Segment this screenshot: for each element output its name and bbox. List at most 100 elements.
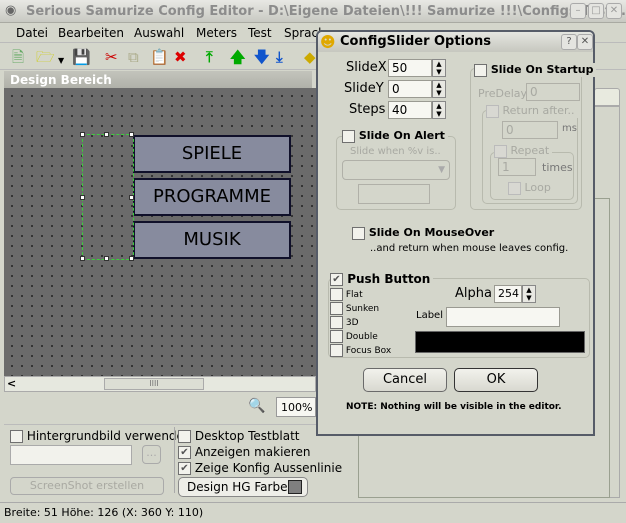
design-hg-farbe-label: Design HG Farbe... (187, 480, 299, 494)
dialog-title-bar: ☻ ConfigSlider Options ? ✕ (318, 32, 593, 52)
move-bottom-icon[interactable]: ⤓ (276, 49, 283, 65)
resize-handle[interactable] (104, 132, 109, 137)
double-checkbox[interactable]: Double (330, 330, 391, 344)
push-button-checkbox[interactable]: ✔ Push Button (330, 272, 434, 286)
push-button-label: Push Button (347, 272, 431, 286)
move-top-icon[interactable]: ⤒ (206, 49, 213, 65)
slidex-spinner[interactable]: ▲ ▼ (432, 59, 446, 77)
steps-label: Steps (349, 102, 386, 117)
zeige-konfig-checkbox[interactable]: ✔ Zeige Konfig Aussenlinie (178, 461, 342, 475)
menu-bearbeiten[interactable]: Bearbeiten (58, 26, 124, 40)
alpha-spinner[interactable]: ▲ ▼ (522, 285, 536, 303)
selection-rectangle[interactable] (80, 132, 134, 261)
predelay-input[interactable]: 0 (526, 83, 580, 101)
button-color-swatch[interactable] (415, 331, 585, 353)
divider (174, 427, 175, 493)
close-button[interactable]: ✕ (606, 3, 622, 19)
steps-input[interactable]: 40 (388, 101, 432, 119)
dialog-close-button[interactable]: ✕ (577, 34, 593, 50)
return-after-checkbox[interactable]: Return after.. (486, 104, 578, 118)
resize-handle[interactable] (80, 256, 85, 261)
sunken-label: Sunken (345, 304, 380, 314)
slidey-spinner[interactable]: ▲ ▼ (432, 80, 446, 98)
minimize-button[interactable]: – (570, 3, 586, 19)
focus-box-checkbox[interactable]: Focus Box (330, 344, 391, 358)
repeat-checkbox[interactable]: Repeat (494, 144, 553, 158)
slide-on-startup-checkbox[interactable]: Slide On Startup (474, 63, 597, 77)
smiley-icon: ☻ (320, 33, 336, 51)
alert-value-input[interactable] (358, 184, 430, 204)
design-hg-farbe-button[interactable]: Design HG Farbe... (178, 477, 308, 497)
browse-button[interactable]: ... (142, 445, 161, 464)
background-path-input[interactable] (10, 445, 132, 465)
menu-meters[interactable]: Meters (196, 26, 237, 40)
ok-button[interactable]: OK (454, 368, 538, 392)
sunken-checkbox[interactable]: Sunken (330, 302, 391, 316)
loop-label: Loop (524, 181, 551, 194)
desktop-testblatt-label: Desktop Testblatt (194, 429, 300, 443)
copy-icon[interactable]: ⧉ (128, 49, 139, 65)
loop-checkbox[interactable]: Loop (508, 181, 551, 195)
dropdown-arrow-icon[interactable]: ▼ (58, 53, 64, 69)
scroll-thumb[interactable]: IIII (104, 378, 204, 390)
steps-spinner[interactable]: ▲ ▼ (432, 101, 446, 119)
tab[interactable] (594, 88, 620, 106)
focus-box-label: Focus Box (345, 346, 392, 356)
hintergrundbild-checkbox[interactable]: Hintergrundbild verwenden (10, 429, 192, 443)
slide-on-startup-label: Slide On Startup (490, 63, 594, 76)
repeat-times-input[interactable]: 1 (498, 158, 536, 176)
config-button-programme[interactable]: PROGRAMME (133, 178, 291, 216)
title-bar: ◉ Serious Samurize Config Editor - D:\Ei… (0, 0, 626, 23)
resize-handle[interactable] (129, 256, 134, 261)
window-title: Serious Samurize Config Editor - D:\Eige… (26, 4, 626, 19)
predelay-label: PreDelay (478, 87, 528, 100)
new-file-icon[interactable]: 🗎 (12, 49, 24, 65)
menu-auswahl[interactable]: Auswahl (134, 26, 184, 40)
cut-icon[interactable]: ✂ (105, 49, 118, 65)
ms-label: ms (562, 123, 577, 134)
3d-checkbox[interactable]: 3D (330, 316, 391, 330)
alert-condition-select[interactable]: ▼ (342, 160, 450, 180)
help-button[interactable]: ? (561, 34, 577, 50)
config-button-spiele[interactable]: SPIELE (133, 135, 291, 173)
move-up-icon[interactable]: 🡅 (230, 49, 245, 65)
screenshot-button[interactable]: ScreenShot erstellen (10, 477, 164, 495)
slide-on-alert-checkbox[interactable]: Slide On Alert (342, 129, 448, 143)
paste-icon[interactable]: 📋 (150, 49, 169, 65)
resize-handle[interactable] (104, 256, 109, 261)
resize-handle[interactable] (80, 132, 85, 137)
app-icon: ◉ (5, 3, 17, 18)
zoom-icon[interactable]: 🔍 (248, 398, 265, 414)
menu-datei[interactable]: Datei (16, 26, 48, 40)
alpha-label: Alpha (455, 286, 492, 301)
resize-handle[interactable] (129, 195, 134, 200)
double-label: Double (345, 332, 378, 342)
slidey-input[interactable]: 0 (388, 80, 432, 98)
align-icon[interactable]: ◆ (304, 49, 316, 65)
times-label: times (542, 161, 573, 174)
slidex-label: SlideX (346, 60, 387, 75)
anzeigen-checkbox[interactable]: ✔ Anzeigen makieren (178, 445, 310, 459)
config-button-musik[interactable]: MUSIK (133, 221, 291, 259)
alpha-input[interactable]: 254 (494, 285, 522, 303)
delete-icon[interactable]: ✖ (174, 49, 187, 65)
open-folder-icon[interactable]: 🗁 (36, 49, 55, 65)
cancel-button[interactable]: Cancel (363, 368, 447, 392)
label-input[interactable] (446, 307, 560, 327)
save-icon[interactable]: 💾 (72, 49, 91, 65)
push-button-options: Flat Sunken 3D Double Focus Box (330, 288, 391, 358)
scroll-left-icon[interactable]: < (7, 377, 16, 390)
desktop-testblatt-checkbox[interactable]: Desktop Testblatt (178, 429, 299, 443)
menu-test[interactable]: Test (248, 26, 272, 40)
horizontal-scrollbar[interactable]: < IIII (4, 376, 316, 392)
zoom-input[interactable]: 100% (276, 397, 316, 417)
slidex-input[interactable]: 50 (388, 59, 432, 77)
flat-checkbox[interactable]: Flat (330, 288, 391, 302)
move-down-icon[interactable]: 🡇 (254, 49, 269, 65)
label-label: Label (416, 310, 443, 321)
resize-handle[interactable] (129, 132, 134, 137)
return-ms-input[interactable]: 0 (502, 121, 558, 139)
resize-handle[interactable] (80, 195, 85, 200)
maximize-button[interactable]: □ (588, 3, 604, 19)
slide-on-mouseover-checkbox[interactable]: Slide On MouseOver (352, 226, 494, 240)
